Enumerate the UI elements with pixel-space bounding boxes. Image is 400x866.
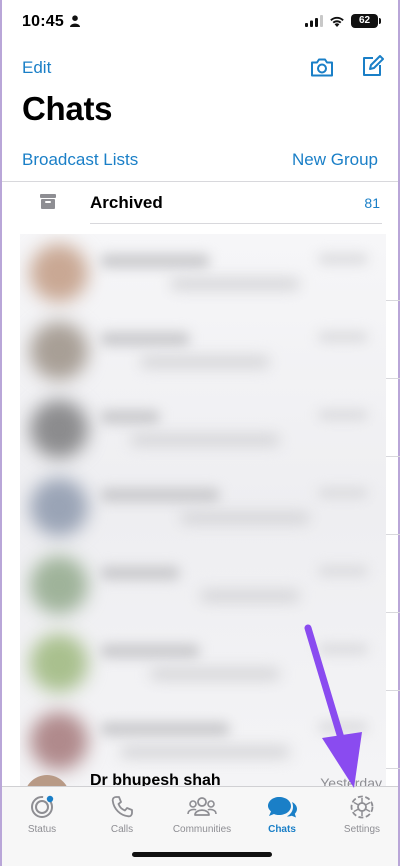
archived-divider <box>90 223 382 224</box>
chat-row[interactable] <box>20 234 386 312</box>
chat-row[interactable] <box>20 468 386 546</box>
tab-status[interactable]: Status <box>2 793 82 835</box>
blurred-message <box>130 434 280 446</box>
archived-label: Archived <box>90 193 163 212</box>
blurred-name <box>100 644 200 658</box>
home-indicator <box>132 852 272 857</box>
compose-icon[interactable] <box>360 54 384 78</box>
blurred-name <box>100 566 180 580</box>
chat-row[interactable] <box>20 624 386 702</box>
chats-icon <box>268 797 297 818</box>
chat-row[interactable] <box>20 312 386 390</box>
blurred-name <box>100 410 160 424</box>
blurred-name <box>100 254 210 268</box>
tab-settings[interactable]: Settings <box>322 793 400 835</box>
battery-indicator: 62 <box>351 14 381 28</box>
blurred-message <box>200 590 300 602</box>
tab-label: Settings <box>343 824 381 835</box>
archived-count: 81 <box>364 195 380 211</box>
blurred-time <box>318 644 368 654</box>
chat-row[interactable] <box>20 546 386 624</box>
archive-icon <box>40 194 56 209</box>
communities-icon <box>187 797 217 816</box>
blurred-message <box>180 512 310 524</box>
avatar <box>30 634 88 692</box>
person-icon <box>70 15 80 27</box>
cellular-signal-icon <box>305 15 323 27</box>
tab-label: Communities <box>172 824 232 835</box>
blurred-time <box>318 566 368 576</box>
blurred-name <box>100 332 190 346</box>
chat-row[interactable] <box>20 702 386 780</box>
avatar <box>30 556 88 614</box>
blurred-message <box>170 278 300 290</box>
chat-list[interactable] <box>20 234 386 786</box>
tab-communities[interactable]: Communities <box>162 793 242 835</box>
blurred-message <box>140 356 270 368</box>
avatar <box>30 244 88 302</box>
row-edge-strip <box>386 234 400 786</box>
chat-row[interactable] <box>20 390 386 468</box>
tab-label: Calls <box>110 824 134 835</box>
page-title: Chats <box>22 90 113 127</box>
avatar <box>30 322 88 380</box>
avatar <box>30 478 88 536</box>
broadcast-lists-link[interactable]: Broadcast Lists <box>22 150 138 170</box>
status-icon <box>31 795 54 818</box>
avatar <box>30 400 88 458</box>
blurred-name <box>100 488 220 502</box>
wifi-icon <box>330 16 344 27</box>
blurred-time <box>318 488 368 498</box>
avatar <box>30 712 88 770</box>
status-time: 10:45 <box>22 13 64 30</box>
camera-icon[interactable] <box>309 54 335 80</box>
phone-icon <box>111 796 133 818</box>
blurred-name <box>100 722 230 736</box>
blurred-message <box>120 746 290 758</box>
blurred-time <box>318 254 368 264</box>
tab-chats[interactable]: Chats <box>242 793 322 835</box>
blurred-message <box>150 668 280 680</box>
blurred-time <box>318 722 368 732</box>
tab-calls[interactable]: Calls <box>82 793 162 835</box>
archived-row[interactable]: Archived 81 <box>2 182 398 224</box>
tab-label: Status <box>27 824 57 835</box>
tab-label: Chats <box>268 824 296 835</box>
status-bar: 10:45 62 <box>2 0 398 44</box>
gear-icon <box>350 795 374 819</box>
new-group-link[interactable]: New Group <box>292 150 378 170</box>
blurred-time <box>318 332 368 342</box>
edit-button[interactable]: Edit <box>22 58 51 78</box>
blurred-time <box>318 410 368 420</box>
